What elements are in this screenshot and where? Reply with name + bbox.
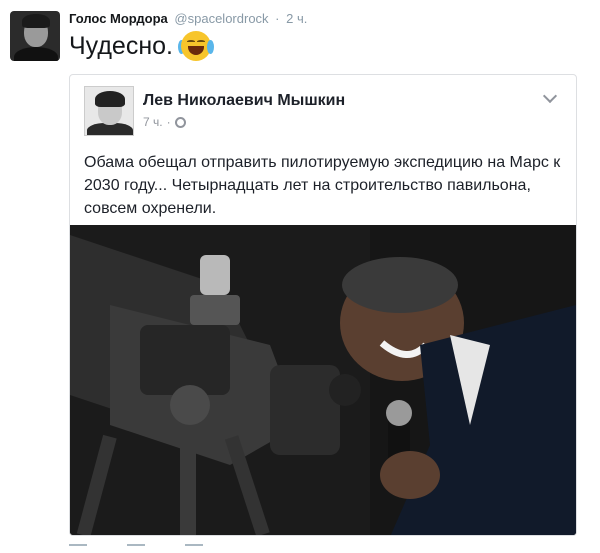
post-photo[interactable] — [70, 225, 576, 535]
card-author-name[interactable]: Лев Николаевич Мышкин — [143, 92, 345, 110]
globe-icon — [174, 116, 186, 128]
author-name[interactable]: Голос Мордора — [69, 11, 168, 26]
face-with-tears-of-joy-icon — [177, 31, 214, 61]
card-meta: 7 ч. · — [143, 115, 186, 129]
card-text: Обама обещал отправить пилотируемую эксп… — [84, 154, 561, 217]
author-handle[interactable]: @spacelordrock — [174, 11, 268, 26]
tweet-actions — [69, 544, 203, 553]
tweet-text-body: Чудесно. — [69, 31, 173, 60]
like-icon[interactable] — [185, 544, 203, 553]
tweet-time[interactable]: 2 ч. — [286, 11, 307, 26]
author-avatar[interactable] — [10, 11, 60, 61]
photo-illustration — [70, 225, 576, 535]
embedded-post-card[interactable]: Лев Николаевич Мышкин 7 ч. · Обама обеща… — [69, 74, 577, 536]
tweet-header: Голос Мордора @spacelordrock · 2 ч. — [69, 11, 307, 26]
tweet-text: Чудесно. — [69, 31, 214, 61]
separator-dot: · — [275, 11, 280, 26]
card-time[interactable]: 7 ч. — [143, 115, 163, 129]
card-author-avatar[interactable] — [84, 86, 134, 136]
card-separator: · — [166, 115, 171, 129]
tweet: Голос Мордора @spacelordrock · 2 ч. Чуде… — [0, 0, 600, 553]
chevron-down-icon[interactable] — [542, 88, 558, 104]
reply-icon[interactable] — [69, 544, 87, 553]
retweet-icon[interactable] — [127, 544, 145, 553]
